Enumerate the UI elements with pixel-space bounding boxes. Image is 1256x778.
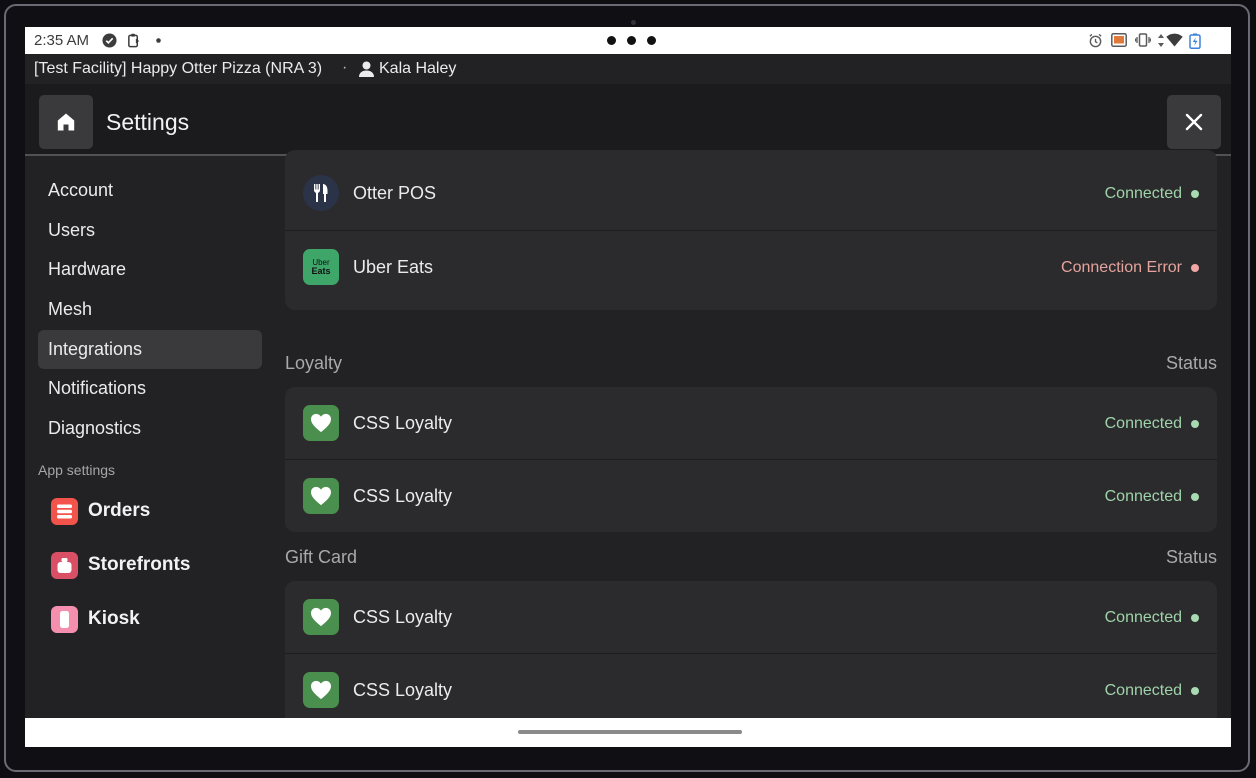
integration-name: Uber Eats bbox=[353, 257, 434, 277]
app-item-orders[interactable]: Orders bbox=[51, 496, 150, 526]
section-title: Loyalty bbox=[285, 353, 343, 373]
integration-row-css-loyalty[interactable]: CSS Loyalty Connected bbox=[285, 387, 1217, 460]
loyalty-card: CSS Loyalty Connected CSS Loyalty Connec… bbox=[285, 387, 1217, 532]
vibrate-icon bbox=[1135, 33, 1151, 47]
status-text: Connected bbox=[1104, 609, 1182, 626]
facility-separator: · bbox=[342, 59, 348, 76]
section-title: Gift Card bbox=[285, 547, 358, 567]
alarm-icon bbox=[1089, 33, 1102, 48]
integration-name: CSS Loyalty bbox=[353, 413, 453, 433]
user-name[interactable]: Kala Haley bbox=[379, 60, 456, 78]
integration-name: Otter POS bbox=[353, 183, 437, 203]
sidebar-item-users[interactable]: Users bbox=[38, 211, 262, 250]
facility-bar: [Test Facility] Happy Otter Pizza (NRA 3… bbox=[25, 54, 1231, 84]
check-circle-icon bbox=[102, 33, 117, 48]
sidebar-item-notifications[interactable]: Notifications bbox=[38, 369, 262, 408]
gift-card-section-header: Gift Card Status bbox=[285, 547, 1217, 571]
app-label-storefronts: Storefronts bbox=[88, 554, 191, 575]
dot-icon bbox=[156, 38, 161, 43]
gift-card-card: CSS Loyalty Connected CSS Loyalty Connec… bbox=[285, 581, 1217, 726]
sidebar-item-account[interactable]: Account bbox=[38, 171, 262, 210]
camera-dot bbox=[631, 20, 636, 25]
device-screen: 2:35 AM [Test Facility] Happy Otter Pizz… bbox=[25, 27, 1231, 747]
cast-icon bbox=[1111, 33, 1127, 47]
settings-sidebar: Account Users Hardware Mesh Integrations… bbox=[25, 158, 275, 718]
integration-row-css-loyalty[interactable]: CSS Loyalty Connected bbox=[285, 654, 1217, 726]
orders-icon bbox=[51, 497, 78, 525]
integration-name: CSS Loyalty bbox=[353, 607, 453, 627]
settings-header: Settings bbox=[25, 84, 1231, 156]
status-dot bbox=[1191, 614, 1199, 622]
loyalty-section-header: Loyalty Status bbox=[285, 353, 1217, 377]
app-label-kiosk: Kiosk bbox=[88, 608, 140, 629]
status-column-header: Status bbox=[1165, 547, 1217, 567]
app-item-kiosk[interactable]: Kiosk bbox=[51, 604, 140, 634]
status-text: Connected bbox=[1104, 488, 1182, 505]
facility-name: [Test Facility] Happy Otter Pizza (NRA 3… bbox=[34, 60, 323, 77]
status-time: 2:35 AM bbox=[34, 32, 90, 49]
home-icon bbox=[57, 113, 75, 131]
integration-row-css-loyalty[interactable]: CSS Loyalty Connected bbox=[285, 460, 1217, 532]
status-text: Connected bbox=[1104, 415, 1182, 432]
fork-knife-icon bbox=[303, 175, 339, 211]
app-label-orders: Orders bbox=[88, 500, 151, 521]
window-menu-dots[interactable] bbox=[607, 36, 656, 45]
status-text: Connected bbox=[1104, 682, 1182, 699]
wifi-icon bbox=[1166, 33, 1183, 47]
status-dot bbox=[1191, 493, 1199, 501]
sidebar-item-diagnostics[interactable]: Diagnostics bbox=[38, 409, 262, 448]
heart-icon bbox=[303, 672, 339, 708]
status-text: Connection Error bbox=[1061, 259, 1182, 276]
status-bar: 2:35 AM bbox=[25, 27, 1231, 54]
battery-icon bbox=[1189, 33, 1201, 49]
status-text: Connected bbox=[1104, 185, 1182, 202]
gesture-handle[interactable] bbox=[518, 730, 742, 734]
sidebar-item-hardware[interactable]: Hardware bbox=[38, 250, 262, 289]
page-title: Settings bbox=[106, 109, 190, 135]
system-nav-bar bbox=[25, 718, 1231, 747]
integration-name: CSS Loyalty bbox=[353, 680, 453, 700]
clipboard-icon bbox=[128, 33, 140, 48]
close-button[interactable] bbox=[1167, 95, 1221, 149]
integration-row-otter-pos[interactable]: Otter POS Connected bbox=[285, 157, 1217, 230]
heart-icon bbox=[303, 405, 339, 441]
integration-name: CSS Loyalty bbox=[353, 486, 453, 506]
heart-icon bbox=[303, 478, 339, 514]
storefront-icon bbox=[51, 551, 78, 579]
user-icon bbox=[359, 61, 374, 77]
status-dot bbox=[1191, 190, 1199, 198]
sidebar-item-integrations[interactable]: Integrations bbox=[38, 330, 262, 369]
pos-integrations-card: Otter POS Connected Uber Eats Uber Eats … bbox=[285, 150, 1217, 310]
uber-eats-logo: Uber Eats bbox=[303, 249, 339, 285]
app-item-storefronts[interactable]: Storefronts bbox=[51, 550, 190, 580]
sidebar-item-mesh[interactable]: Mesh bbox=[38, 290, 262, 329]
kiosk-icon bbox=[51, 605, 78, 633]
integrations-content: Otter POS Connected Uber Eats Uber Eats … bbox=[285, 150, 1217, 726]
home-button[interactable] bbox=[39, 95, 93, 149]
app-settings-label: App settings bbox=[38, 462, 116, 478]
integration-row-css-loyalty[interactable]: CSS Loyalty Connected bbox=[285, 581, 1217, 654]
close-icon bbox=[1185, 113, 1203, 131]
status-dot bbox=[1191, 420, 1199, 428]
status-dot bbox=[1191, 687, 1199, 695]
heart-icon bbox=[303, 599, 339, 635]
integration-row-uber-eats[interactable]: Uber Eats Uber Eats Connection Error bbox=[285, 231, 1217, 304]
status-column-header: Status bbox=[1165, 353, 1217, 373]
status-dot bbox=[1191, 264, 1199, 272]
data-arrows-icon bbox=[1158, 34, 1164, 47]
